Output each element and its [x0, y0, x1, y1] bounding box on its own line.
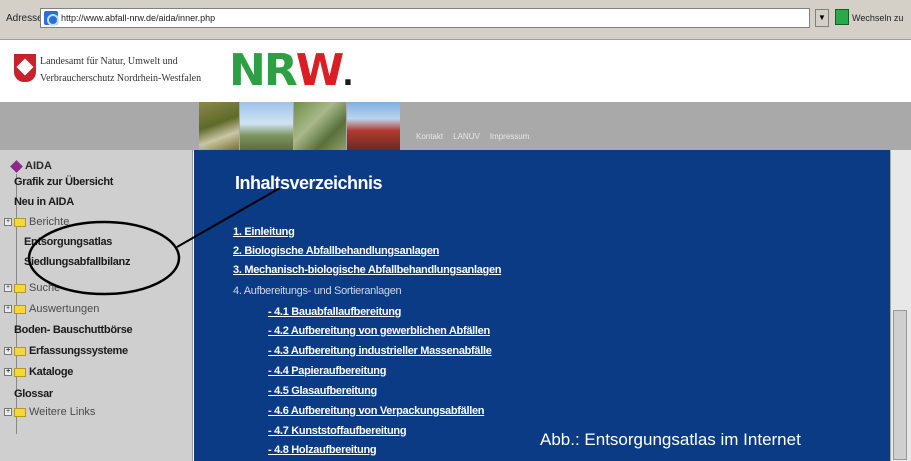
url-text: http://www.abfall-nrw.de/aida/inner.php: [61, 13, 216, 23]
folder-icon: [14, 217, 26, 227]
sidebar-item-label: Berichte: [29, 216, 70, 228]
sidebar-title[interactable]: AIDA: [10, 159, 52, 173]
logo-n: N: [229, 45, 266, 96]
aida-icon: [10, 159, 23, 173]
coat-of-arms-icon: [14, 54, 36, 82]
sidebar-item-grafik[interactable]: Grafik zur Übersicht: [14, 176, 113, 188]
url-input[interactable]: http://www.abfall-nrw.de/aida/inner.php: [40, 8, 810, 28]
sidebar-tree: AIDA Grafik zur Übersicht Neu in AIDA + B…: [0, 150, 193, 461]
figure-caption: Abb.: Entsorgungsatlas im Internet: [540, 430, 801, 449]
toc-link-4-6[interactable]: - 4.6 Aufbereitung von Verpackungsabfäll…: [268, 405, 485, 417]
folder-icon: [14, 304, 26, 314]
page-icon: [44, 11, 59, 26]
sidebar-item-label: Suche: [29, 282, 61, 294]
toc-link-3[interactable]: 3. Mechanisch-biologische Abfallbehandlu…: [233, 264, 502, 276]
address-bar: Adresse http://www.abfall-nrw.de/aida/in…: [0, 0, 911, 40]
sidebar-item-label: Erfassungssysteme: [29, 345, 128, 357]
banner-photo-1: [199, 102, 239, 150]
sidebar-item-siedlungsabfallbilanz[interactable]: Siedlungsabfallbilanz: [24, 256, 130, 268]
expand-icon[interactable]: +: [4, 218, 12, 227]
banner-strip: Kontakt LANUV Impressum: [0, 102, 911, 150]
sidebar-item-entsorgungsatlas[interactable]: Entsorgungsatlas: [24, 236, 112, 248]
expand-icon[interactable]: +: [4, 408, 12, 417]
banner-photo-3: [294, 102, 346, 150]
agency-name: Landesamt für Natur, Umwelt und Verbrauc…: [40, 53, 201, 87]
toc-link-4-5[interactable]: - 4.5 Glasaufbereitung: [268, 385, 377, 397]
sidebar-item-glossar[interactable]: Glossar: [14, 388, 53, 400]
sidebar-item-label: Grafik zur Übersicht: [14, 176, 114, 188]
toc-link-4-4[interactable]: - 4.4 Papieraufbereitung: [268, 365, 386, 377]
expand-icon[interactable]: +: [4, 368, 12, 377]
toc-link-4-7[interactable]: - 4.7 Kunststoffaufbereitung: [268, 425, 407, 437]
sidebar-item-label: Weitere Links: [29, 406, 96, 418]
sidebar-title-label: AIDA: [25, 160, 52, 172]
logo-w: W: [295, 45, 345, 96]
sidebar-item-label: Neu in AIDA: [14, 196, 74, 208]
banner-photo-2: [240, 102, 293, 150]
expand-icon[interactable]: +: [4, 284, 12, 293]
folder-icon: [14, 283, 26, 293]
scrollbar-thumb[interactable]: [893, 310, 907, 460]
folder-icon: [14, 346, 26, 356]
agency-line-1: Landesamt für Natur, Umwelt und: [40, 56, 178, 67]
page-title: Inhaltsverzeichnis: [235, 173, 383, 193]
sidebar-item-suche[interactable]: + Suche: [4, 282, 60, 294]
nav-link-lanuv[interactable]: LANUV: [453, 132, 480, 141]
sidebar-item-berichte[interactable]: + Berichte: [4, 216, 69, 228]
address-label: Adresse: [6, 13, 43, 24]
site-header: Landesamt für Natur, Umwelt und Verbrauc…: [0, 40, 911, 102]
sidebar-item-label: Siedlungsabfallbilanz: [24, 256, 131, 268]
go-icon[interactable]: [835, 9, 849, 25]
banner-nav: Kontakt LANUV Impressum: [416, 132, 529, 141]
sidebar-item-bauschuttboerse[interactable]: Boden- Bauschuttbörse: [14, 324, 133, 336]
toc-section-4: 4. Aufbereitungs- und Sortieranlagen: [233, 285, 402, 297]
sidebar-item-label: Auswertungen: [29, 303, 100, 315]
go-button[interactable]: Wechseln zu: [852, 13, 903, 23]
toc-link-4-2[interactable]: - 4.2 Aufbereitung von gewerblichen Abfä…: [268, 325, 490, 337]
sidebar-item-neu[interactable]: Neu in AIDA: [14, 196, 74, 208]
nrw-logo[interactable]: NRW.: [229, 45, 354, 101]
nav-link-kontakt[interactable]: Kontakt: [416, 132, 443, 141]
logo-r: R: [263, 45, 298, 96]
toc-link-4-3[interactable]: - 4.3 Aufbereitung industrieller Massena…: [268, 345, 492, 357]
sidebar-item-label: Entsorgungsatlas: [24, 236, 113, 248]
chevron-down-icon[interactable]: ▼: [815, 9, 829, 27]
sidebar-item-auswertungen[interactable]: + Auswertungen: [4, 303, 99, 315]
logo-dot: .: [342, 58, 353, 93]
toc-link-2[interactable]: 2. Biologische Abfallbehandlungsanlagen: [233, 245, 439, 257]
expand-icon[interactable]: +: [4, 347, 12, 356]
sidebar-item-erfassungssysteme[interactable]: + Erfassungssysteme: [4, 345, 128, 357]
banner-photo-4: [347, 102, 400, 150]
expand-icon[interactable]: +: [4, 305, 12, 314]
toc-link-4-1[interactable]: - 4.1 Bauabfallaufbereitung: [268, 306, 401, 318]
folder-icon: [14, 367, 26, 377]
folder-icon: [14, 407, 26, 417]
nav-link-impressum[interactable]: Impressum: [490, 132, 530, 141]
sidebar-item-weitere-links[interactable]: + Weitere Links: [4, 406, 95, 418]
sidebar-item-label: Glossar: [14, 388, 53, 400]
sidebar-item-label: Boden- Bauschuttbörse: [14, 324, 133, 336]
agency-line-2: Verbraucherschutz Nordrhein-Westfalen: [40, 73, 202, 84]
sidebar-item-kataloge[interactable]: + Kataloge: [4, 366, 73, 378]
toc-link-1[interactable]: 1. Einleitung: [233, 226, 295, 238]
sidebar-item-label: Kataloge: [29, 366, 74, 378]
toc-link-4-8[interactable]: - 4.8 Holzaufbereitung: [268, 444, 377, 456]
